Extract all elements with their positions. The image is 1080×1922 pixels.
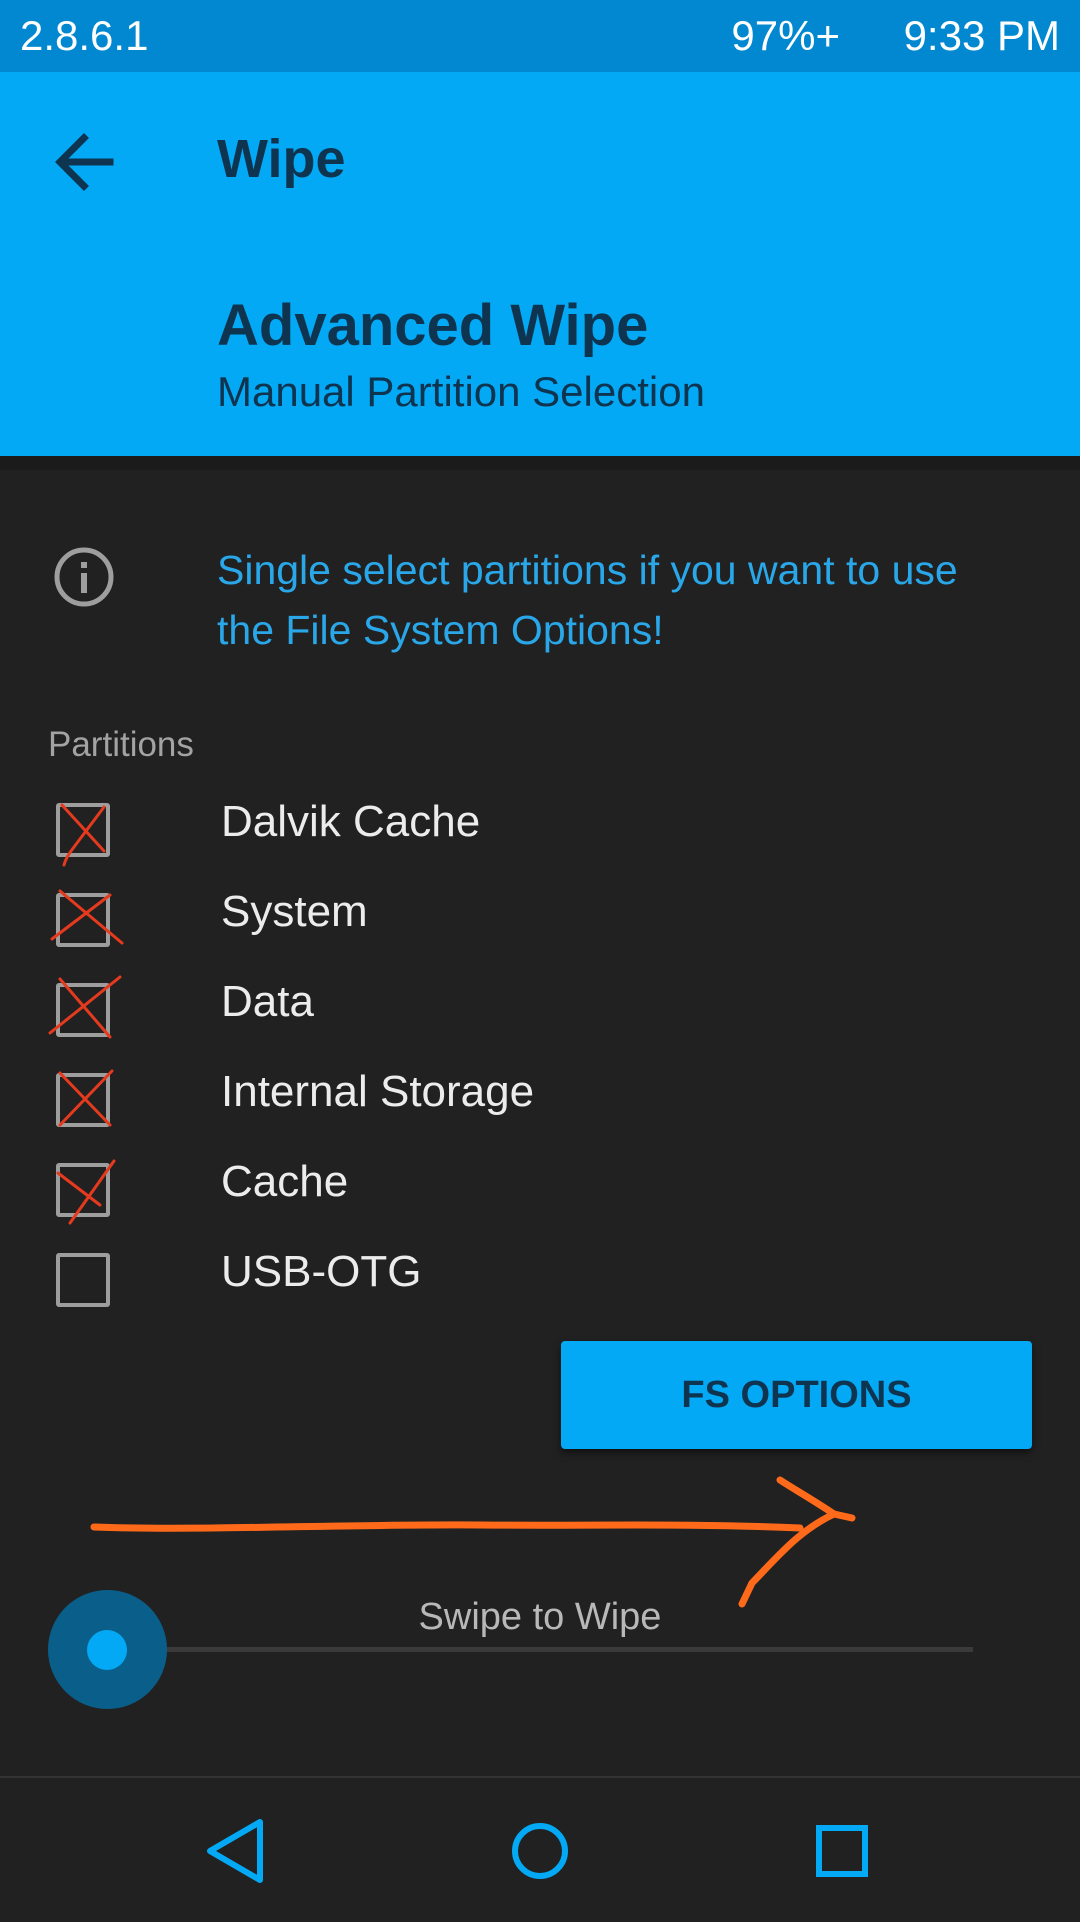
info-icon	[54, 547, 114, 607]
page-title: Wipe	[217, 129, 346, 189]
nav-recents-button[interactable]	[797, 1806, 887, 1896]
checkbox[interactable]	[56, 1253, 110, 1307]
info-message: Single select partitions if you want to …	[217, 547, 958, 653]
cross-mark-icon	[56, 1159, 116, 1225]
cross-mark-icon	[50, 889, 124, 945]
partition-usb-otg[interactable]: USB-OTG	[48, 1245, 1008, 1319]
arrow-back-icon	[55, 133, 114, 191]
partition-label: Data	[221, 977, 314, 1026]
partition-label: Internal Storage	[221, 1067, 535, 1116]
status-bar: 2.8.6.1 97%+ 9:33 PM	[0, 0, 1080, 72]
swipe-handle-dot	[87, 1630, 127, 1670]
swipe-handle[interactable]	[48, 1590, 167, 1709]
partition-label: Cache	[221, 1157, 349, 1206]
partition-dalvik-cache[interactable]: Dalvik Cache	[48, 795, 1008, 869]
partition-system[interactable]: System	[48, 885, 1008, 959]
partition-internal-storage[interactable]: Internal Storage	[48, 1065, 1008, 1139]
partition-data[interactable]: Data	[48, 975, 1008, 1049]
partitions-label: Partitions	[48, 725, 194, 764]
cross-mark-icon	[58, 1069, 114, 1127]
navigation-bar	[0, 1776, 1080, 1922]
cross-mark-icon	[48, 975, 122, 1039]
nav-home-button[interactable]	[495, 1806, 585, 1896]
partition-label: Dalvik Cache	[221, 797, 481, 846]
partition-cache[interactable]: Cache	[48, 1155, 1008, 1229]
section-title: Advanced Wipe	[217, 293, 649, 358]
battery-level: 97%+	[731, 12, 840, 59]
circle-home-icon	[512, 1823, 568, 1879]
fs-options-button[interactable]: FS OPTIONS	[561, 1341, 1032, 1449]
cross-mark-icon	[60, 803, 106, 867]
version-text: 2.8.6.1	[20, 12, 149, 59]
header-divider	[0, 456, 1080, 470]
swipe-track[interactable]	[108, 1647, 973, 1652]
clock: 9:33 PM	[903, 12, 1060, 59]
nav-back-button[interactable]	[192, 1806, 282, 1896]
back-button[interactable]	[48, 126, 120, 198]
partition-label: System	[221, 887, 368, 936]
triangle-back-icon	[207, 1819, 263, 1883]
section-subtitle: Manual Partition Selection	[217, 368, 705, 415]
header: Wipe Advanced Wipe Manual Partition Sele…	[0, 72, 1080, 456]
partition-label: USB-OTG	[221, 1247, 422, 1296]
square-recents-icon	[816, 1825, 868, 1877]
